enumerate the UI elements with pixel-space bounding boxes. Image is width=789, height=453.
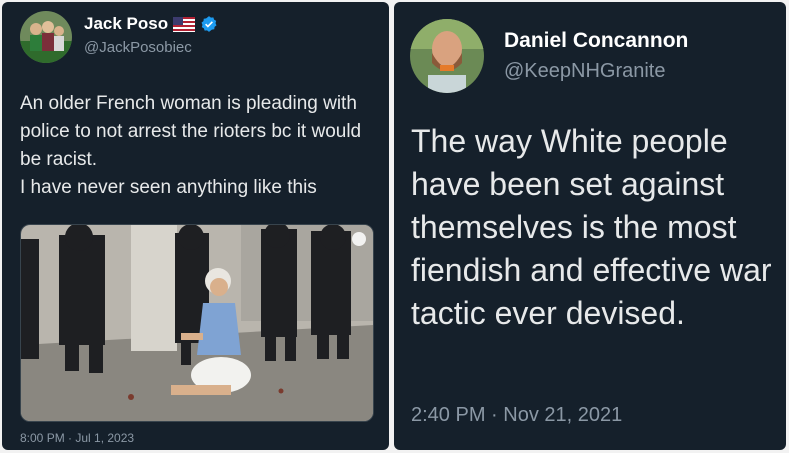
author-name-line: Jack Poso — [84, 14, 218, 34]
tweet-text: An older French woman is pleading with p… — [20, 90, 380, 202]
verified-badge-icon — [201, 16, 217, 32]
tweet-card-jack-poso[interactable]: Jack Poso @JackPosobiec An older French … — [2, 2, 389, 450]
media-photo — [21, 225, 373, 421]
tweet-text-line: I have never seen anything like this — [20, 177, 317, 198]
avatar-photo — [410, 19, 484, 93]
display-name[interactable]: Daniel Concannon — [504, 29, 688, 53]
timestamp[interactable]: 2:40 PM · Nov 21, 2021 — [411, 404, 622, 427]
tweet-card-daniel-concannon[interactable]: Daniel Concannon @KeepNHGranite The way … — [394, 2, 786, 450]
handle[interactable]: @JackPosobiec — [84, 39, 192, 56]
avatar[interactable] — [20, 11, 72, 63]
timestamp[interactable]: 8:00 PM · Jul 1, 2023 — [20, 431, 134, 445]
avatar[interactable] — [410, 19, 484, 93]
avatar-photo — [20, 11, 72, 63]
display-name[interactable]: Jack Poso — [84, 14, 168, 34]
tweet-text-line: An older French woman is pleading with p… — [20, 93, 362, 170]
tweet-media-image[interactable] — [20, 224, 374, 422]
author-name-line: Daniel Concannon — [504, 29, 688, 53]
tweet-text: The way White people have been set again… — [411, 123, 772, 331]
us-flag-icon — [173, 16, 196, 32]
handle[interactable]: @KeepNHGranite — [504, 60, 665, 83]
